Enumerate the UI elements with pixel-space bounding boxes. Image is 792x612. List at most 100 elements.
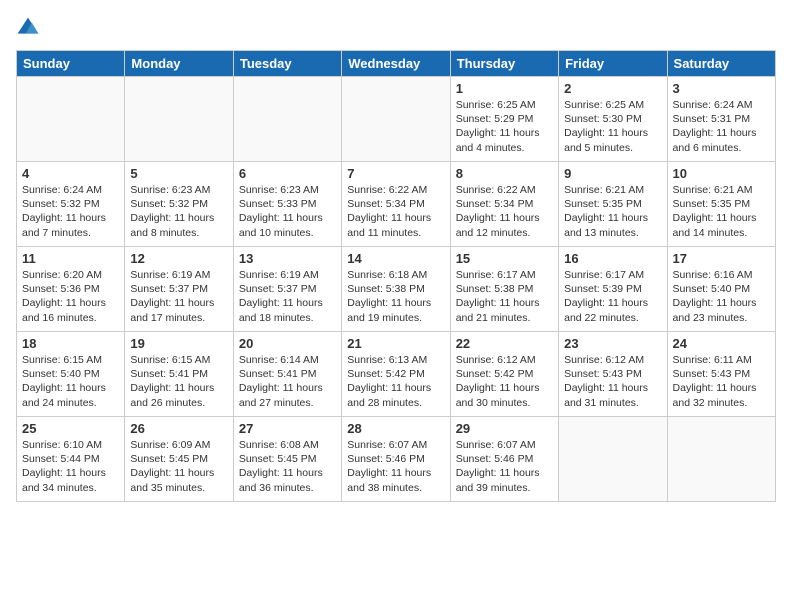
day-number: 27	[239, 421, 336, 436]
day-info: Sunrise: 6:24 AM Sunset: 5:32 PM Dayligh…	[22, 183, 119, 240]
day-number: 26	[130, 421, 227, 436]
day-number: 29	[456, 421, 553, 436]
day-number: 15	[456, 251, 553, 266]
day-number: 4	[22, 166, 119, 181]
day-number: 5	[130, 166, 227, 181]
day-number: 10	[673, 166, 770, 181]
day-number: 28	[347, 421, 444, 436]
day-info: Sunrise: 6:18 AM Sunset: 5:38 PM Dayligh…	[347, 268, 444, 325]
calendar-cell: 23Sunrise: 6:12 AM Sunset: 5:43 PM Dayli…	[559, 332, 667, 417]
calendar-cell: 22Sunrise: 6:12 AM Sunset: 5:42 PM Dayli…	[450, 332, 558, 417]
calendar-cell	[125, 77, 233, 162]
calendar-cell: 25 Sunrise: 6:10 AM Sunset: 5:44 PM Dayli…	[17, 417, 125, 502]
day-number: 13	[239, 251, 336, 266]
calendar-week-2: 4 Sunrise: 6:24 AM Sunset: 5:32 PM Daylig…	[17, 162, 776, 247]
day-number: 20	[239, 336, 336, 351]
day-info: Sunrise: 6:07 AM Sunset: 5:46 PM Dayligh…	[347, 438, 444, 495]
calendar-header-row: SundayMondayTuesdayWednesdayThursdayFrid…	[17, 51, 776, 77]
calendar-cell: 16 Sunrise: 6:17 AM Sunset: 5:39 PM Dayli…	[559, 247, 667, 332]
day-info: Sunrise: 6:21 AM Sunset: 5:35 PM Dayligh…	[673, 183, 770, 240]
logo-icon	[16, 16, 40, 40]
header	[16, 16, 776, 40]
calendar-week-3: 11 Sunrise: 6:20 AM Sunset: 5:36 PM Dayli…	[17, 247, 776, 332]
calendar-cell	[667, 417, 775, 502]
day-info: Sunrise: 6:24 AM Sunset: 5:31 PM Dayligh…	[673, 98, 770, 155]
day-info: Sunrise: 6:21 AM Sunset: 5:35 PM Dayligh…	[564, 183, 661, 240]
day-number: 11	[22, 251, 119, 266]
day-info: Sunrise: 6:14 AM Sunset: 5:41 PM Dayligh…	[239, 353, 336, 410]
calendar-cell	[342, 77, 450, 162]
day-info: Sunrise: 6:13 AM Sunset: 5:42 PM Dayligh…	[347, 353, 444, 410]
day-info: Sunrise: 6:25 AM Sunset: 5:29 PM Dayligh…	[456, 98, 553, 155]
calendar-week-1: 1 Sunrise: 6:25 AM Sunset: 5:29 PM Daylig…	[17, 77, 776, 162]
calendar-cell: 14 Sunrise: 6:18 AM Sunset: 5:38 PM Dayli…	[342, 247, 450, 332]
day-number: 22	[456, 336, 553, 351]
day-info: Sunrise: 6:20 AM Sunset: 5:36 PM Dayligh…	[22, 268, 119, 325]
day-info: Sunrise: 6:16 AM Sunset: 5:40 PM Dayligh…	[673, 268, 770, 325]
calendar: SundayMondayTuesdayWednesdayThursdayFrid…	[16, 50, 776, 502]
calendar-cell: 24 Sunrise: 6:11 AM Sunset: 5:43 PM Dayli…	[667, 332, 775, 417]
calendar-header-thursday: Thursday	[450, 51, 558, 77]
calendar-cell: 7 Sunrise: 6:22 AM Sunset: 5:34 PM Daylig…	[342, 162, 450, 247]
day-info: Sunrise: 6:15 AM Sunset: 5:40 PM Dayligh…	[22, 353, 119, 410]
day-number: 9	[564, 166, 661, 181]
calendar-header-saturday: Saturday	[667, 51, 775, 77]
day-info: Sunrise: 6:17 AM Sunset: 5:39 PM Dayligh…	[564, 268, 661, 325]
day-info: Sunrise: 6:22 AM Sunset: 5:34 PM Dayligh…	[347, 183, 444, 240]
calendar-week-5: 25 Sunrise: 6:10 AM Sunset: 5:44 PM Dayli…	[17, 417, 776, 502]
calendar-cell	[17, 77, 125, 162]
day-info: Sunrise: 6:10 AM Sunset: 5:44 PM Dayligh…	[22, 438, 119, 495]
calendar-cell: 26 Sunrise: 6:09 AM Sunset: 5:45 PM Dayli…	[125, 417, 233, 502]
calendar-cell: 21 Sunrise: 6:13 AM Sunset: 5:42 PM Dayli…	[342, 332, 450, 417]
calendar-cell: 2Sunrise: 6:25 AM Sunset: 5:30 PM Daylig…	[559, 77, 667, 162]
day-info: Sunrise: 6:19 AM Sunset: 5:37 PM Dayligh…	[130, 268, 227, 325]
day-number: 25	[22, 421, 119, 436]
calendar-cell: 9 Sunrise: 6:21 AM Sunset: 5:35 PM Daylig…	[559, 162, 667, 247]
calendar-cell: 10 Sunrise: 6:21 AM Sunset: 5:35 PM Dayli…	[667, 162, 775, 247]
calendar-header-tuesday: Tuesday	[233, 51, 341, 77]
day-number: 3	[673, 81, 770, 96]
day-number: 1	[456, 81, 553, 96]
day-number: 7	[347, 166, 444, 181]
day-info: Sunrise: 6:09 AM Sunset: 5:45 PM Dayligh…	[130, 438, 227, 495]
calendar-cell: 8 Sunrise: 6:22 AM Sunset: 5:34 PM Daylig…	[450, 162, 558, 247]
calendar-cell: 1 Sunrise: 6:25 AM Sunset: 5:29 PM Daylig…	[450, 77, 558, 162]
calendar-cell: 20 Sunrise: 6:14 AM Sunset: 5:41 PM Dayli…	[233, 332, 341, 417]
calendar-cell: 3 Sunrise: 6:24 AM Sunset: 5:31 PM Daylig…	[667, 77, 775, 162]
day-number: 14	[347, 251, 444, 266]
calendar-cell: 4 Sunrise: 6:24 AM Sunset: 5:32 PM Daylig…	[17, 162, 125, 247]
calendar-header-sunday: Sunday	[17, 51, 125, 77]
day-info: Sunrise: 6:11 AM Sunset: 5:43 PM Dayligh…	[673, 353, 770, 410]
day-info: Sunrise: 6:07 AM Sunset: 5:46 PM Dayligh…	[456, 438, 553, 495]
calendar-cell: 17 Sunrise: 6:16 AM Sunset: 5:40 PM Dayli…	[667, 247, 775, 332]
day-number: 21	[347, 336, 444, 351]
day-info: Sunrise: 6:22 AM Sunset: 5:34 PM Dayligh…	[456, 183, 553, 240]
calendar-cell: 5 Sunrise: 6:23 AM Sunset: 5:32 PM Daylig…	[125, 162, 233, 247]
day-number: 17	[673, 251, 770, 266]
day-number: 18	[22, 336, 119, 351]
day-info: Sunrise: 6:19 AM Sunset: 5:37 PM Dayligh…	[239, 268, 336, 325]
calendar-cell: 28 Sunrise: 6:07 AM Sunset: 5:46 PM Dayli…	[342, 417, 450, 502]
calendar-cell: 6Sunrise: 6:23 AM Sunset: 5:33 PM Daylig…	[233, 162, 341, 247]
calendar-header-monday: Monday	[125, 51, 233, 77]
calendar-cell: 13 Sunrise: 6:19 AM Sunset: 5:37 PM Dayli…	[233, 247, 341, 332]
day-info: Sunrise: 6:25 AM Sunset: 5:30 PM Dayligh…	[564, 98, 661, 155]
day-number: 8	[456, 166, 553, 181]
day-info: Sunrise: 6:08 AM Sunset: 5:45 PM Dayligh…	[239, 438, 336, 495]
calendar-cell: 11 Sunrise: 6:20 AM Sunset: 5:36 PM Dayli…	[17, 247, 125, 332]
calendar-header-friday: Friday	[559, 51, 667, 77]
day-info: Sunrise: 6:23 AM Sunset: 5:32 PM Dayligh…	[130, 183, 227, 240]
day-info: Sunrise: 6:23 AM Sunset: 5:33 PM Dayligh…	[239, 183, 336, 240]
calendar-week-4: 18 Sunrise: 6:15 AM Sunset: 5:40 PM Dayli…	[17, 332, 776, 417]
day-info: Sunrise: 6:15 AM Sunset: 5:41 PM Dayligh…	[130, 353, 227, 410]
day-number: 16	[564, 251, 661, 266]
day-info: Sunrise: 6:17 AM Sunset: 5:38 PM Dayligh…	[456, 268, 553, 325]
calendar-cell	[233, 77, 341, 162]
day-info: Sunrise: 6:12 AM Sunset: 5:43 PM Dayligh…	[564, 353, 661, 410]
calendar-cell: 27 Sunrise: 6:08 AM Sunset: 5:45 PM Dayli…	[233, 417, 341, 502]
day-number: 19	[130, 336, 227, 351]
calendar-cell: 15 Sunrise: 6:17 AM Sunset: 5:38 PM Dayli…	[450, 247, 558, 332]
calendar-cell: 29 Sunrise: 6:07 AM Sunset: 5:46 PM Dayli…	[450, 417, 558, 502]
day-number: 24	[673, 336, 770, 351]
logo	[16, 16, 44, 40]
